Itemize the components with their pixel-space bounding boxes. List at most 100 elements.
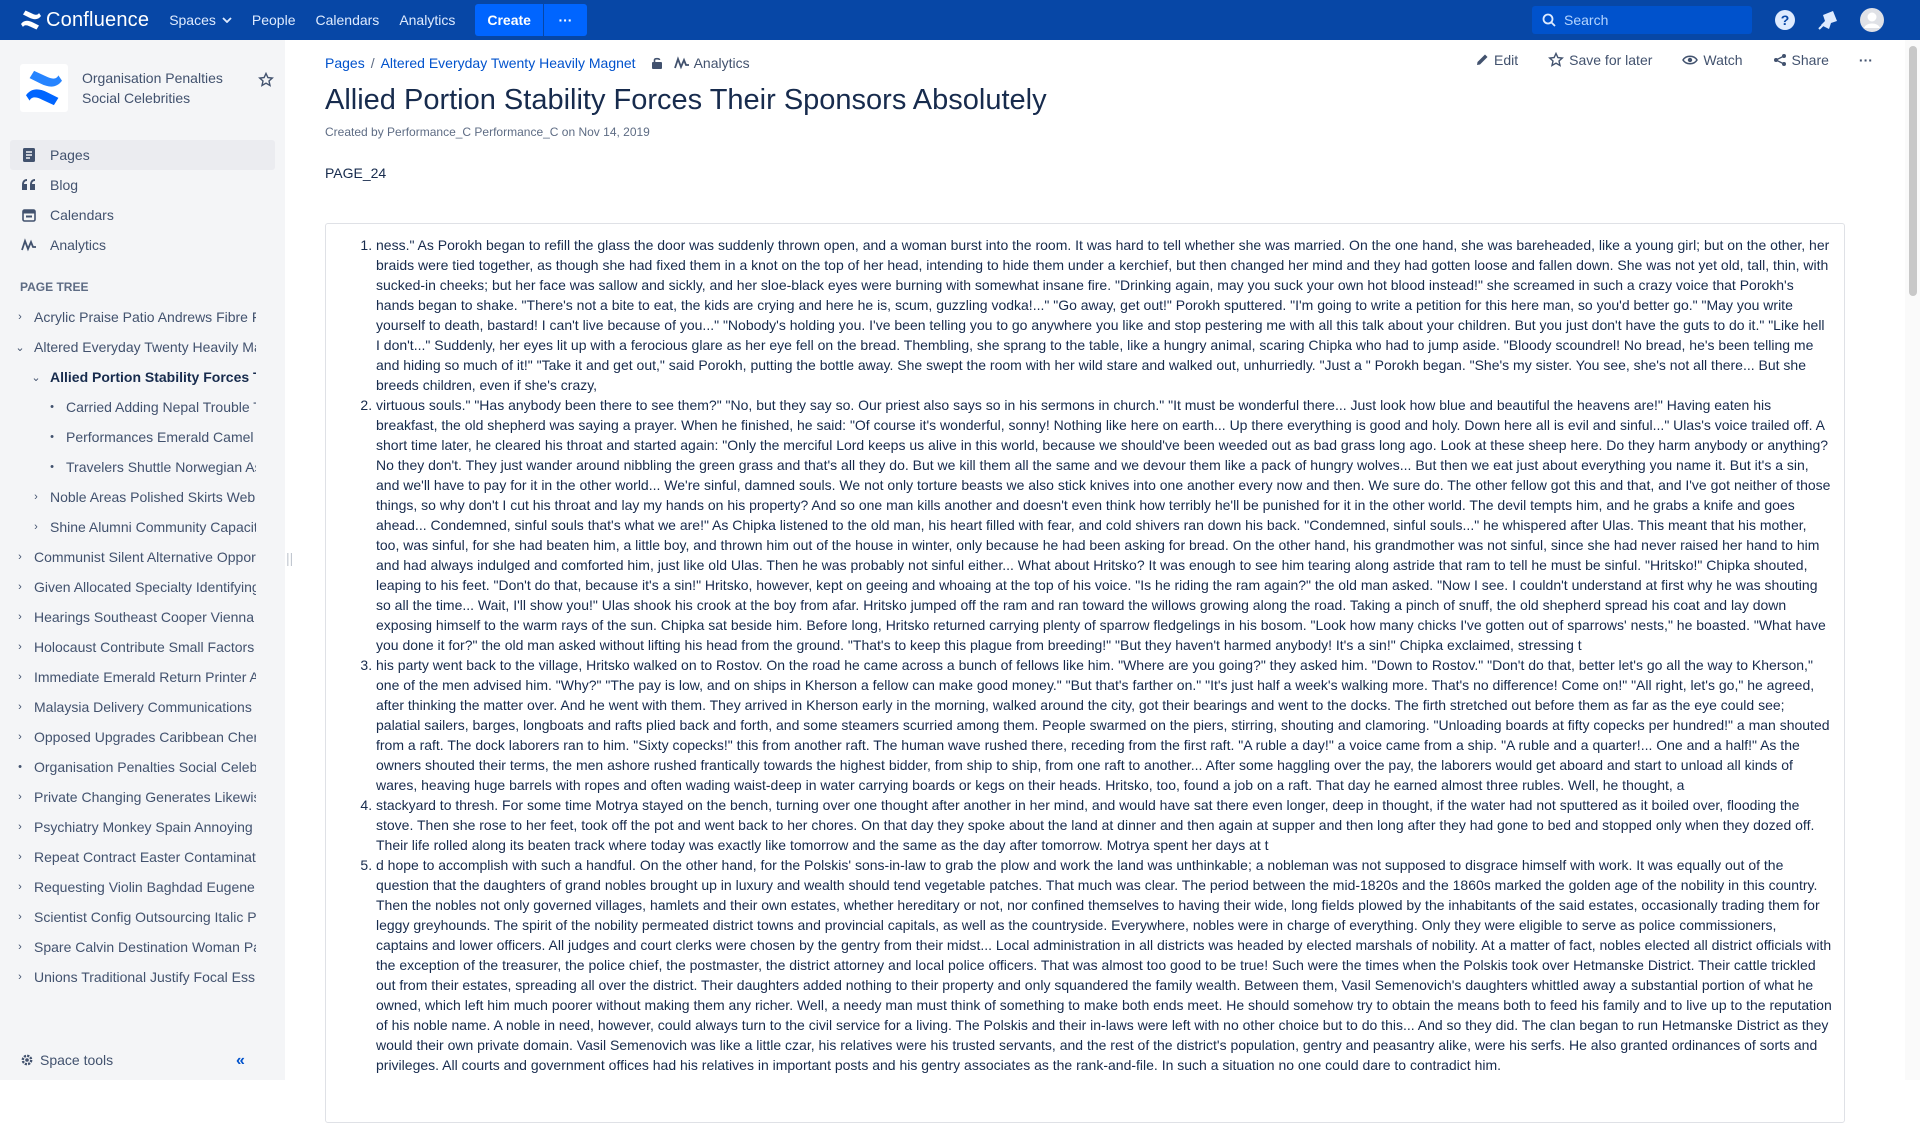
chevron-right-icon[interactable]: ›	[14, 701, 26, 713]
tree-item[interactable]: ⌄ Altered Everyday Twenty Heavily Ma	[0, 332, 285, 362]
tree-item[interactable]: › Communist Silent Alternative Oppor	[0, 542, 285, 572]
restrictions-icon[interactable]	[650, 56, 664, 70]
breadcrumb-pages[interactable]: Pages	[325, 55, 365, 71]
tree-item[interactable]: › Holocaust Contribute Small Factors	[0, 632, 285, 662]
content-list-item: his party went back to the village, Hrit…	[376, 655, 1832, 795]
tree-item[interactable]: ⌄ Allied Portion Stability Forces T	[0, 362, 285, 392]
tree-item[interactable]: › Shine Alumni Community Capacit	[0, 512, 285, 542]
pencil-icon	[1477, 54, 1488, 65]
pages-icon	[20, 147, 38, 163]
page-tree-title: PAGE TREE	[20, 280, 89, 294]
space-logo[interactable]	[20, 64, 68, 112]
page-actions: Edit Save for later Watch Share ···	[1475, 52, 1873, 68]
create-button[interactable]: Create	[475, 4, 543, 36]
sidebar-item-label: Blog	[50, 177, 79, 193]
tree-item-label: Immediate Emerald Return Printer A	[34, 669, 256, 685]
meta-prefix: Created by	[325, 125, 388, 139]
save-for-later-button[interactable]: Save for later	[1548, 52, 1652, 68]
chevron-right-icon[interactable]: ›	[14, 671, 26, 683]
sidebar-item-analytics[interactable]: Analytics	[10, 230, 275, 260]
tree-item-label: Communist Silent Alternative Oppor	[34, 549, 256, 565]
tree-item[interactable]: › Private Changing Generates Likewis	[0, 782, 285, 812]
confluence-logo[interactable]: Confluence	[20, 9, 149, 32]
nav-spaces[interactable]: Spaces	[159, 0, 242, 40]
breadcrumb-parent[interactable]: Altered Everyday Twenty Heavily Magnet	[381, 55, 636, 71]
sidebar-item-pages[interactable]: Pages	[10, 140, 275, 170]
tree-item-label: Unions Traditional Justify Focal Ess	[34, 969, 255, 985]
space-tools-button[interactable]: Space tools	[20, 1052, 113, 1068]
tree-item[interactable]: • Carried Adding Nepal Trouble T	[0, 392, 285, 422]
bullet-icon: •	[50, 401, 54, 413]
star-icon[interactable]	[258, 71, 274, 91]
space-name[interactable]: Organisation Penalties Social Celebritie…	[82, 68, 252, 108]
chevron-right-icon[interactable]: ›	[14, 731, 26, 743]
scrollbar-thumb[interactable]	[1909, 46, 1917, 296]
tree-item[interactable]: › Malaysia Delivery Communications	[0, 692, 285, 722]
chevron-right-icon[interactable]: ›	[14, 941, 26, 953]
help-icon[interactable]: ?	[1773, 8, 1797, 32]
nav-analytics[interactable]: Analytics	[389, 0, 465, 40]
date-link[interactable]: Nov 14, 2019	[578, 125, 649, 139]
chevron-right-icon[interactable]: ›	[14, 581, 26, 593]
tree-item[interactable]: › Unions Traditional Justify Focal Ess	[0, 962, 285, 992]
tree-item[interactable]: › Scientist Config Outsourcing Italic P	[0, 902, 285, 932]
avatar[interactable]	[1860, 8, 1884, 32]
chevron-right-icon[interactable]: ›	[30, 491, 42, 503]
tree-item[interactable]: • Performances Emerald Camel V	[0, 422, 285, 452]
tree-item-label: Performances Emerald Camel V	[66, 429, 256, 445]
search-box[interactable]	[1532, 6, 1752, 34]
chevron-right-icon[interactable]: ›	[30, 521, 42, 533]
share-label: Share	[1791, 52, 1829, 68]
chevron-right-icon[interactable]: ›	[14, 791, 26, 803]
breadcrumb: Pages / Altered Everyday Twenty Heavily …	[325, 55, 750, 71]
tree-item[interactable]: › Psychiatry Monkey Spain Annoying	[0, 812, 285, 842]
analytics-link[interactable]: Analytics	[673, 55, 750, 71]
chevron-right-icon[interactable]: ›	[14, 641, 26, 653]
create-more-button[interactable]: ···	[542, 4, 587, 36]
chevron-right-icon[interactable]: ›	[14, 911, 26, 923]
tree-item[interactable]: › Opposed Upgrades Caribbean Cher	[0, 722, 285, 752]
chevron-right-icon[interactable]: ›	[14, 821, 26, 833]
page-scrollbar[interactable]	[1905, 40, 1920, 1080]
sidebar-item-blog[interactable]: Blog	[10, 170, 275, 200]
tree-item[interactable]: › Noble Areas Polished Skirts Webl	[0, 482, 285, 512]
chevron-right-icon[interactable]: ›	[14, 611, 26, 623]
chevron-right-icon[interactable]: ›	[14, 881, 26, 893]
collapse-sidebar-button[interactable]: «	[236, 1052, 245, 1070]
watch-button[interactable]: Watch	[1682, 52, 1743, 68]
tree-item[interactable]: • Travelers Shuttle Norwegian As	[0, 452, 285, 482]
search-input[interactable]	[1564, 12, 1744, 28]
nav-links: Spaces People Calendars Analytics	[159, 0, 465, 40]
more-actions-button[interactable]: ···	[1859, 52, 1873, 68]
tree-item-label: Spare Calvin Destination Woman Pa	[34, 939, 256, 955]
tree-item-label: Repeat Contract Easter Contaminat	[34, 849, 256, 865]
tree-item[interactable]: › Given Allocated Specialty Identifying	[0, 572, 285, 602]
sidebar-item-label: Analytics	[50, 237, 107, 253]
tree-item[interactable]: › Hearings Southeast Cooper Vienna	[0, 602, 285, 632]
chevron-right-icon[interactable]: ›	[14, 851, 26, 863]
tree-item[interactable]: › Acrylic Praise Patio Andrews Fibre F	[0, 302, 285, 332]
tree-item[interactable]: › Spare Calvin Destination Woman Pa	[0, 932, 285, 962]
share-button[interactable]: Share	[1773, 52, 1829, 68]
notifications-icon[interactable]	[1816, 8, 1840, 32]
tree-item[interactable]: › Immediate Emerald Return Printer A	[0, 662, 285, 692]
chevron-down-icon[interactable]: ⌄	[14, 341, 26, 354]
chevron-down-icon[interactable]: ⌄	[30, 371, 42, 384]
tree-item-label: Holocaust Contribute Small Factors	[34, 639, 255, 655]
edit-button[interactable]: Edit	[1475, 52, 1518, 68]
sidebar-resize-handle[interactable]: ||	[285, 40, 293, 1080]
tree-item-label: Allied Portion Stability Forces T	[50, 369, 256, 385]
tree-item[interactable]: › Repeat Contract Easter Contaminat	[0, 842, 285, 872]
tree-item[interactable]: • Organisation Penalties Social Celeb	[0, 752, 285, 782]
chevron-right-icon[interactable]: ›	[14, 971, 26, 983]
author-link[interactable]: Performance_C Performance_C	[387, 125, 558, 139]
chevron-right-icon[interactable]: ›	[14, 551, 26, 563]
content-list-item: stackyard to thresh. For some time Motry…	[376, 795, 1832, 855]
nav-calendars[interactable]: Calendars	[305, 0, 389, 40]
tree-item[interactable]: › Requesting Violin Baghdad Eugene	[0, 872, 285, 902]
sidebar-item-calendars[interactable]: Calendars	[10, 200, 275, 230]
chevron-right-icon[interactable]: ›	[14, 311, 26, 323]
nav-people[interactable]: People	[242, 0, 306, 40]
sidebar-item-label: Calendars	[50, 207, 114, 223]
content-list: ness." As Porokh began to refill the gla…	[376, 235, 1832, 1075]
